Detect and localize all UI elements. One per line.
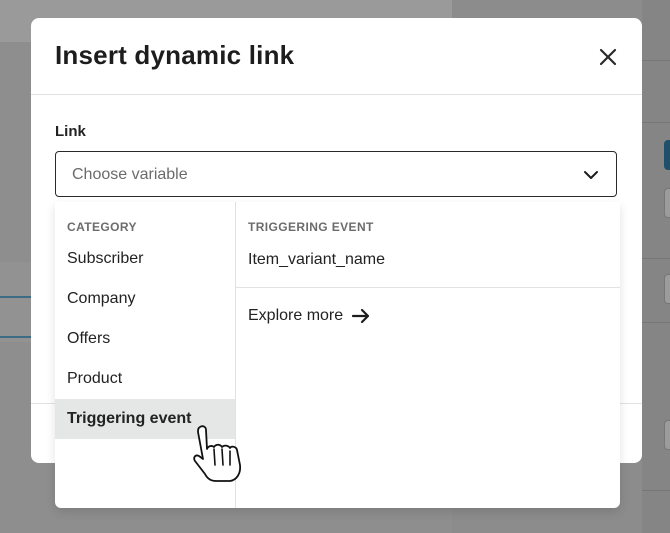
divider xyxy=(642,122,670,123)
variable-dropdown: CATEGORY Subscriber Company Offers Produ… xyxy=(55,202,620,508)
category-header: CATEGORY xyxy=(67,220,137,234)
divider xyxy=(642,490,670,491)
background-right-sidebar xyxy=(642,0,670,533)
divider xyxy=(236,287,620,288)
close-button[interactable] xyxy=(595,44,621,70)
modal-title: Insert dynamic link xyxy=(55,40,295,70)
explore-more-link[interactable]: Explore more xyxy=(248,306,371,326)
hand-pointer-icon xyxy=(193,425,242,482)
arrow-right-icon xyxy=(352,308,370,324)
background-button xyxy=(664,140,670,170)
select-placeholder: Choose variable xyxy=(72,166,188,183)
event-header: TRIGGERING EVENT xyxy=(248,220,374,234)
category-item-product[interactable]: Product xyxy=(55,359,235,399)
background-input xyxy=(664,420,670,450)
divider xyxy=(642,60,670,61)
category-item-offers[interactable]: Offers xyxy=(55,319,235,359)
event-item-item-variant-name[interactable]: Item_variant_name xyxy=(248,251,385,269)
category-item-subscriber[interactable]: Subscriber xyxy=(55,239,235,279)
event-column: TRIGGERING EVENT Item_variant_name Explo… xyxy=(236,202,620,508)
divider xyxy=(642,322,670,323)
divider xyxy=(642,258,670,259)
header-divider xyxy=(31,94,642,95)
close-icon xyxy=(599,48,617,66)
chevron-down-icon xyxy=(584,171,598,179)
link-field-label: Link xyxy=(55,123,86,140)
explore-more-label: Explore more xyxy=(248,307,344,324)
background-input xyxy=(664,188,670,218)
category-item-company[interactable]: Company xyxy=(55,279,235,319)
link-variable-select[interactable]: Choose variable xyxy=(55,151,617,197)
background-input xyxy=(664,274,670,304)
